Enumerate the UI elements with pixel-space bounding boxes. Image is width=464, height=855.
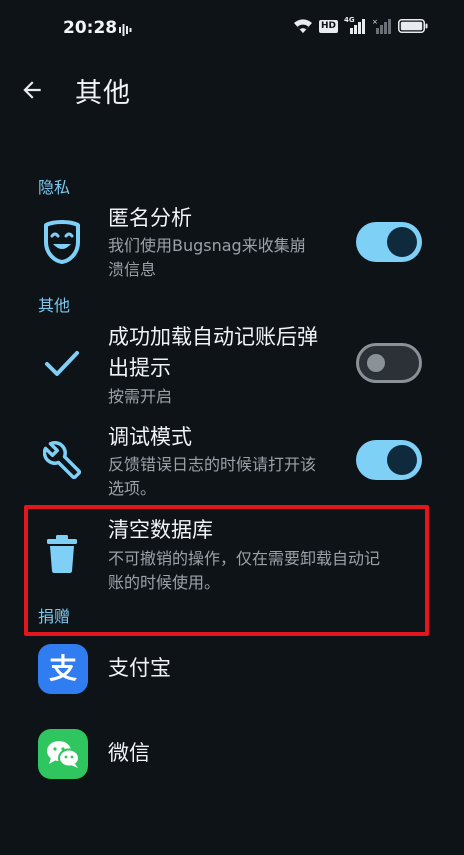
alipay-title: 支付宝 <box>108 656 171 680</box>
toggle-knob <box>387 445 417 475</box>
back-button[interactable] <box>14 72 50 108</box>
debug-mode-row[interactable]: 调试模式 反馈错误日志的时候请打开该 选项。 <box>0 420 464 504</box>
toggle-knob <box>367 354 385 372</box>
anonymous-analytics-subtitle-2: 溃信息 <box>108 260 157 279</box>
wifi-icon <box>293 18 313 34</box>
debug-mode-subtitle-1: 反馈错误日志的时候请打开该 <box>108 455 317 474</box>
signal-4g-icon: 4G <box>344 16 366 34</box>
status-bar: 20:28 HD 4G × <box>0 0 464 60</box>
wechat-row[interactable]: 微信 <box>0 725 464 785</box>
success-prompt-subtitle: 按需开启 <box>108 387 173 406</box>
status-time: 20:28 <box>63 18 118 38</box>
anonymous-analytics-row[interactable]: 匿名分析 我们使用Bugsnag来收集崩 溃信息 <box>0 200 464 288</box>
section-header-other: 其他 <box>38 296 71 315</box>
arrow-left-icon <box>23 81 41 99</box>
settings-page: 20:28 HD 4G × 其他 隐私 匿名分析 我们使用Bugsnag来收集崩… <box>0 0 464 855</box>
signal-empty-icon: × <box>372 18 392 34</box>
debug-mode-title: 调试模式 <box>108 425 192 449</box>
hd-badge-text: HD <box>320 20 336 31</box>
wrench-icon <box>38 436 86 484</box>
alipay-icon-glyph: 支 <box>48 652 77 685</box>
alipay-icon: 支 <box>38 644 88 694</box>
wechat-icon <box>38 729 88 779</box>
vibrate-icon <box>118 22 132 41</box>
hd-badge-icon: HD <box>318 19 338 33</box>
anonymous-analytics-title: 匿名分析 <box>108 206 192 230</box>
page-title: 其他 <box>75 78 131 109</box>
success-prompt-toggle[interactable] <box>356 343 422 383</box>
success-prompt-row[interactable]: 成功加载自动记账后弹 出提示 按需开启 <box>0 320 464 412</box>
success-prompt-title-2: 出提示 <box>108 356 171 380</box>
wechat-title: 微信 <box>108 741 150 765</box>
battery-icon <box>398 19 428 33</box>
debug-mode-subtitle-2: 选项。 <box>108 479 157 498</box>
alipay-row[interactable]: 支 支付宝 <box>0 640 464 700</box>
status-icons: HD 4G × <box>293 16 428 34</box>
section-header-privacy: 隐私 <box>38 178 71 197</box>
debug-mode-toggle[interactable] <box>356 440 422 480</box>
check-icon <box>38 340 86 388</box>
mask-icon <box>38 218 86 266</box>
highlight-box <box>24 505 429 636</box>
anonymous-analytics-toggle[interactable] <box>356 222 422 262</box>
toggle-knob <box>387 227 417 257</box>
anonymous-analytics-subtitle-1: 我们使用Bugsnag来收集崩 <box>108 236 306 255</box>
success-prompt-title-1: 成功加载自动记账后弹 <box>108 325 318 349</box>
svg-text:×: × <box>372 18 378 26</box>
